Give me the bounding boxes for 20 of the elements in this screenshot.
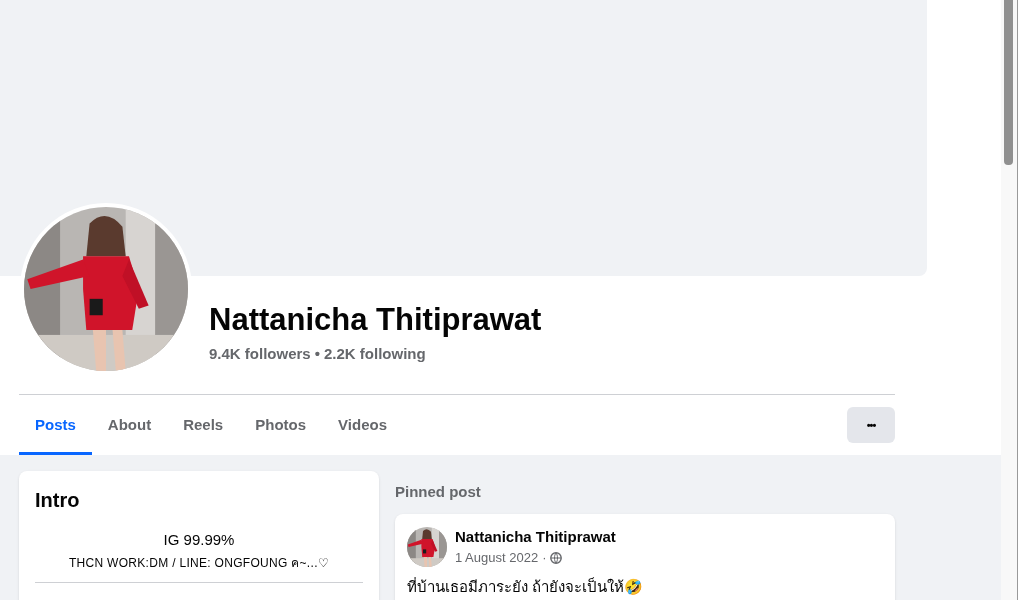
profile-tab[interactable]: Posts <box>19 395 92 455</box>
separator-text: · <box>542 549 547 567</box>
profile-tab[interactable]: Reels <box>167 395 240 455</box>
intro-title: Intro <box>35 488 80 513</box>
post-text: ที่บ้านเธอมีภาระยัง ถ้ายังจะเป็นให้🤣 <box>407 576 644 597</box>
profile-tab[interactable]: Videos <box>322 395 403 455</box>
post-author[interactable]: Nattanicha Thitiprawat <box>455 525 616 548</box>
following-link[interactable]: 2.2K following <box>323 343 426 366</box>
followers-link[interactable]: 9.4K followers <box>209 343 311 366</box>
profile-tab[interactable]: Photos <box>239 395 323 455</box>
scrollbar-thumb[interactable] <box>1004 0 1013 165</box>
section-heading: Pinned post <box>395 482 481 502</box>
bio-text: THCN WORK:DM / LINE: ONGFOUNG ค~...♡ <box>68 554 330 572</box>
post-date[interactable]: 1 August 2022 <box>455 548 539 568</box>
profile-name: Nattanicha Thitiprawat <box>209 301 542 339</box>
profile-tab[interactable]: About <box>91 395 168 455</box>
separator-text: • <box>314 344 320 364</box>
bio-text: IG 99.99% <box>163 530 235 550</box>
more-button[interactable]: ••• <box>847 407 895 443</box>
globe-icon <box>550 551 563 564</box>
